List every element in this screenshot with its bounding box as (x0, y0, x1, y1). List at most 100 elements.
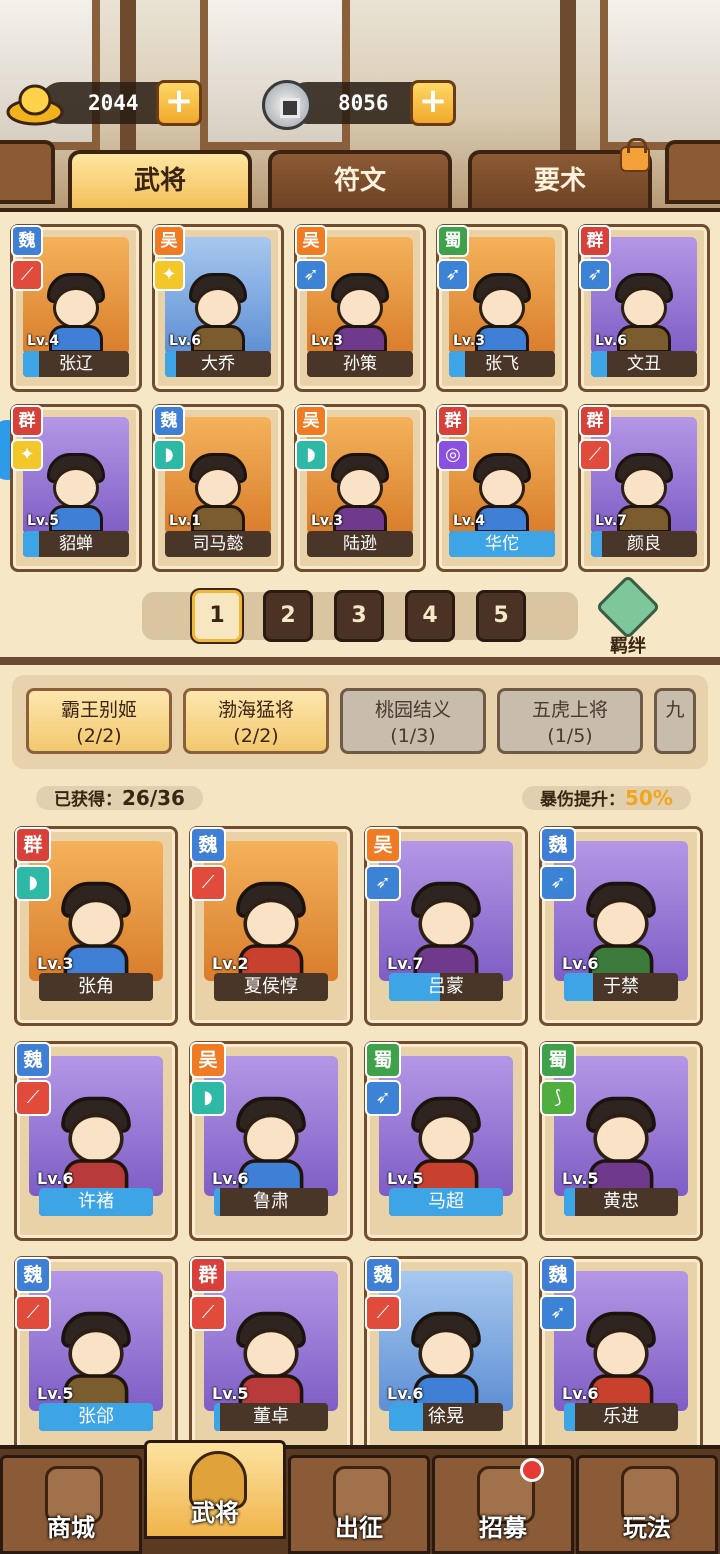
hero-name-bar: 董卓 (214, 1403, 328, 1431)
hero-level: Lv.6 (169, 333, 201, 349)
blade-icon: ⟋ (190, 865, 226, 901)
hero-name: 黄忠 (603, 1191, 639, 1212)
hero-face (418, 1113, 474, 1164)
faction-badge: 吴 (295, 225, 327, 257)
faction-badge: 群 (15, 827, 51, 863)
hero-card[interactable]: 魏 ➶ Lv.6 于禁 (539, 826, 703, 1026)
hero-card[interactable]: 群 ⟋ Lv.7 颜良 (578, 404, 710, 572)
hero-name: 乐进 (603, 1406, 639, 1427)
hero-card[interactable]: 群 ◎ Lv.4 华佗 (436, 404, 568, 572)
faction-badge: 吴 (153, 225, 185, 257)
hero-card[interactable]: 吴 ◗ Lv.6 鲁肃 (189, 1041, 353, 1241)
page-button-4[interactable]: 4 (405, 590, 455, 642)
hero-face (53, 467, 99, 509)
spear-icon: ➶ (365, 1080, 401, 1116)
add-gold-button[interactable]: + (156, 80, 202, 126)
hero-progress-fill (564, 1188, 576, 1216)
page-button-2[interactable]: 2 (263, 590, 313, 642)
bond-chip[interactable]: 霸王别姬 (2/2) (26, 688, 172, 754)
hero-level: Lv.3 (311, 333, 343, 349)
hero-name-bar: 张辽 (23, 351, 129, 377)
faction-badge: 群 (579, 405, 611, 437)
hero-name-bar: 张角 (39, 973, 153, 1001)
hero-card[interactable]: 魏 ⟋ Lv.6 许褚 (14, 1041, 178, 1241)
hero-name: 于禁 (603, 976, 639, 997)
hero-card[interactable]: 蜀 ⟆ Lv.5 黄忠 (539, 1041, 703, 1241)
faction-badge: 魏 (11, 225, 43, 257)
bond-chip-title: 渤海猛将 (217, 699, 294, 721)
hero-card[interactable]: 蜀 ➶ Lv.3 张飞 (436, 224, 568, 392)
nav-shop[interactable]: 商城 (0, 1455, 142, 1554)
hero-face (68, 1328, 124, 1379)
blade-icon: ⟋ (11, 259, 43, 291)
tab-2[interactable]: 符文 (268, 150, 452, 210)
add-coin-button[interactable]: + (410, 80, 456, 126)
blade-icon: ⟋ (15, 1080, 51, 1116)
hero-name: 徐晃 (428, 1406, 464, 1427)
hero-level: Lv.6 (212, 1169, 249, 1188)
hero-card[interactable]: 吴 ◗ Lv.3 陆逊 (294, 404, 426, 572)
hero-card[interactable]: 群 ✦ Lv.5 貂蝉 (10, 404, 142, 572)
blade-icon: ⟋ (190, 1295, 226, 1331)
nav-helmet[interactable]: 武将 (144, 1440, 286, 1539)
hero-name: 鲁肃 (253, 1191, 289, 1212)
crit-label: 暴伤提升： (540, 790, 625, 810)
hero-face (243, 1113, 299, 1164)
hero-card[interactable]: 吴 ➶ Lv.7 吕蒙 (364, 826, 528, 1026)
hero-progress-fill (449, 351, 465, 377)
hero-level: Lv.5 (387, 1169, 424, 1188)
hero-progress-fill (591, 351, 607, 377)
tab-1[interactable]: 武将 (68, 150, 252, 210)
hero-name: 华佗 (485, 534, 519, 554)
page-button-5[interactable]: 5 (476, 590, 526, 642)
hero-card[interactable]: 吴 ➶ Lv.3 孙策 (294, 224, 426, 392)
bond-chip-count: (2/2) (76, 725, 122, 747)
hero-progress-fill (165, 351, 176, 377)
bond-chip[interactable]: 九 (654, 688, 696, 754)
hero-card[interactable]: 吴 ✦ Lv.6 大乔 (152, 224, 284, 392)
bond-chip[interactable]: 桃园结义 (1/3) (340, 688, 486, 754)
hero-name-bar: 张飞 (449, 351, 555, 377)
bond-button[interactable]: 羁绊 (595, 574, 661, 657)
bond-chip[interactable]: 渤海猛将 (2/2) (183, 688, 329, 754)
page-button-1[interactable]: 1 (192, 590, 242, 642)
hero-face (243, 1328, 299, 1379)
faction-badge: 群 (11, 405, 43, 437)
hero-card[interactable]: 群 ⟋ Lv.5 董卓 (189, 1256, 353, 1456)
nav-scroll[interactable]: 招募 (432, 1455, 574, 1554)
hero-face (195, 467, 241, 509)
hero-card[interactable]: 魏 ⟋ Lv.5 张郃 (14, 1256, 178, 1456)
hero-name: 貂蝉 (59, 534, 93, 554)
bond-chip[interactable]: 五虎上将 (1/5) (497, 688, 643, 754)
hero-card[interactable]: 魏 ◗ Lv.1 司马懿 (152, 404, 284, 572)
hero-level: Lv.6 (37, 1169, 74, 1188)
hero-card[interactable]: 群 ➶ Lv.6 文丑 (578, 224, 710, 392)
hero-face (337, 287, 383, 329)
tab-left-arrow[interactable] (0, 140, 55, 204)
hero-progress-fill (389, 1403, 424, 1431)
hero-name-bar: 于禁 (564, 973, 678, 1001)
hero-card[interactable]: 魏 ⟋ Lv.4 张辽 (10, 224, 142, 392)
hero-name-bar: 司马懿 (165, 531, 271, 557)
hero-name: 司马懿 (192, 534, 244, 554)
faction-badge: 群 (437, 405, 469, 437)
tab-right-arrow[interactable] (665, 140, 720, 204)
hero-progress-fill (23, 351, 39, 377)
hero-card[interactable]: 魏 ⟋ Lv.2 夏侯惇 (189, 826, 353, 1026)
bond-chip-count: (1/3) (390, 725, 436, 747)
hero-card[interactable]: 魏 ⟋ Lv.6 徐晃 (364, 1256, 528, 1456)
owned-label: 已获得： (54, 790, 122, 810)
nav-pavilion[interactable]: 玩法 (576, 1455, 718, 1554)
hero-card[interactable]: 魏 ➶ Lv.6 乐进 (539, 1256, 703, 1456)
hero-card[interactable]: 蜀 ➶ Lv.5 马超 (364, 1041, 528, 1241)
hero-face (418, 1328, 474, 1379)
page-button-3[interactable]: 3 (334, 590, 384, 642)
heart-icon (595, 574, 661, 640)
hero-card[interactable]: 群 ◗ Lv.3 张角 (14, 826, 178, 1026)
nav-label: 商城 (47, 1514, 95, 1542)
hero-level: Lv.6 (387, 1384, 424, 1403)
hero-level: Lv.3 (37, 954, 74, 973)
hero-name-bar: 吕蒙 (389, 973, 503, 1001)
nav-battle[interactable]: 出征 (288, 1455, 430, 1554)
hero-name: 许褚 (78, 1191, 114, 1212)
